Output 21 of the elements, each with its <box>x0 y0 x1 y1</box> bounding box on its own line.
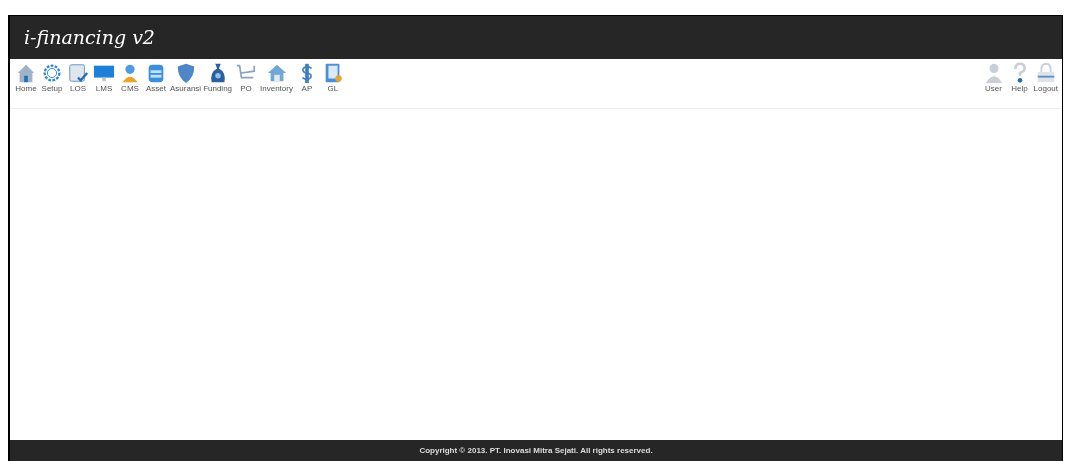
gear-icon <box>41 62 63 84</box>
toolbar-item[interactable]: User <box>981 62 1006 94</box>
toolbar-item[interactable]: LOS <box>66 62 90 94</box>
checklist-icon <box>67 62 89 84</box>
toolbar-item[interactable]: Inventory <box>260 62 293 94</box>
toolbar-item[interactable]: Asset <box>144 62 168 94</box>
copyright-text: Copyright © 2013. PT. Inovasi Mitra Sejati. All rights reserved. <box>419 444 653 457</box>
house-icon <box>15 62 37 84</box>
toolbar-item[interactable]: PO <box>234 62 259 94</box>
app-title: i-financing v2 <box>24 25 155 51</box>
toolbar-item[interactable]: Help <box>1007 62 1032 94</box>
toolbar-item[interactable]: CMS <box>118 62 142 94</box>
toolbar-item[interactable]: Asuransi <box>170 62 202 94</box>
toolbar-item[interactable]: Home <box>14 62 38 94</box>
toolbar-item[interactable]: LMS <box>92 62 116 94</box>
toolbar-item[interactable]: Setup <box>40 62 64 94</box>
house-icon <box>265 62 288 84</box>
toolbar-item[interactable]: Logout <box>1033 62 1058 94</box>
toolbar-item[interactable]: GL <box>320 62 345 94</box>
toolbar-item[interactable]: AP <box>294 62 319 94</box>
toolbar-item[interactable]: Funding <box>203 62 233 94</box>
